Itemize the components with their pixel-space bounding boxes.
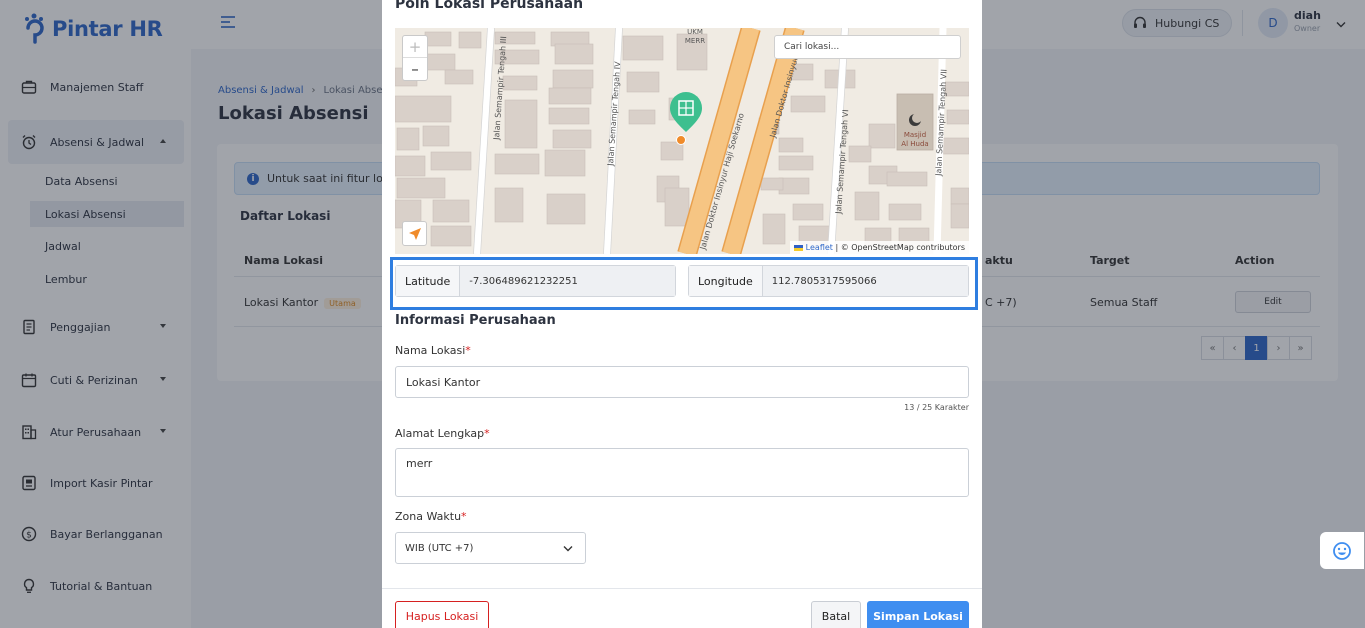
delete-location-button[interactable]: Hapus Lokasi: [395, 601, 489, 628]
character-counter: 13 / 25 Karakter: [904, 403, 969, 412]
longitude-field: Longitude: [688, 265, 969, 297]
zoom-out-button[interactable]: –: [403, 58, 427, 80]
address-label-text: Alamat Lengkap: [395, 427, 485, 440]
address-label: Alamat Lengkap*: [395, 427, 490, 440]
map-zoom-control: + –: [402, 35, 428, 81]
navigation-arrow-icon: [408, 227, 421, 240]
latitude-input[interactable]: [460, 266, 675, 296]
feedback-button[interactable]: [1320, 532, 1364, 569]
modal-title: Poin Lokasi Perusahaan: [395, 0, 584, 12]
timezone-select[interactable]: WIB (UTC +7): [395, 532, 586, 564]
map-label-poi-2b: Al Huda: [901, 140, 928, 148]
ukraine-flag-icon: [793, 244, 803, 251]
latitude-field: Latitude: [395, 265, 676, 297]
osm-attribution-text: | © OpenStreetMap contributors: [835, 243, 965, 252]
timezone-label: Zona Waktu*: [395, 510, 467, 523]
map-label-poi-2: Masjid: [904, 131, 926, 139]
map-search-input[interactable]: [774, 35, 961, 59]
map-label-poi-1: UKM: [687, 28, 703, 36]
longitude-label: Longitude: [689, 266, 763, 296]
cancel-button[interactable]: Batal: [811, 601, 861, 628]
required-mark: *: [465, 344, 471, 357]
location-name-input[interactable]: [395, 366, 969, 398]
location-modal: Poin Lokasi Perusahaan Jalan Semampir Te…: [382, 0, 982, 628]
locate-me-button[interactable]: [402, 221, 427, 246]
address-textarea[interactable]: merr: [395, 448, 969, 497]
save-location-button[interactable]: Simpan Lokasi: [867, 601, 969, 628]
zoom-in-button[interactable]: +: [403, 36, 427, 58]
timezone-label-text: Zona Waktu: [395, 510, 462, 523]
leaflet-link[interactable]: Leaflet: [806, 243, 833, 252]
chevron-down-icon: [563, 546, 573, 552]
section-title: Informasi Perusahaan: [395, 313, 556, 328]
map-label-poi-1b: MERR: [685, 37, 705, 45]
longitude-input[interactable]: [762, 266, 968, 296]
map[interactable]: Jalan Semampir Tengah III Jalan Semampir…: [395, 28, 969, 254]
name-label-text: Nama Lokasi: [395, 344, 466, 357]
required-mark: *: [461, 510, 467, 523]
map-attribution: Leaflet | © OpenStreetMap contributors: [789, 241, 969, 254]
latitude-label: Latitude: [396, 266, 461, 296]
smiley-icon: [1333, 541, 1351, 560]
required-mark: *: [484, 427, 490, 440]
map-tiles: Jalan Semampir Tengah III Jalan Semampir…: [395, 28, 969, 254]
name-label: Nama Lokasi*: [395, 344, 471, 357]
modal-footer-divider: [382, 588, 982, 589]
timezone-selected-value: WIB (UTC +7): [405, 542, 474, 554]
